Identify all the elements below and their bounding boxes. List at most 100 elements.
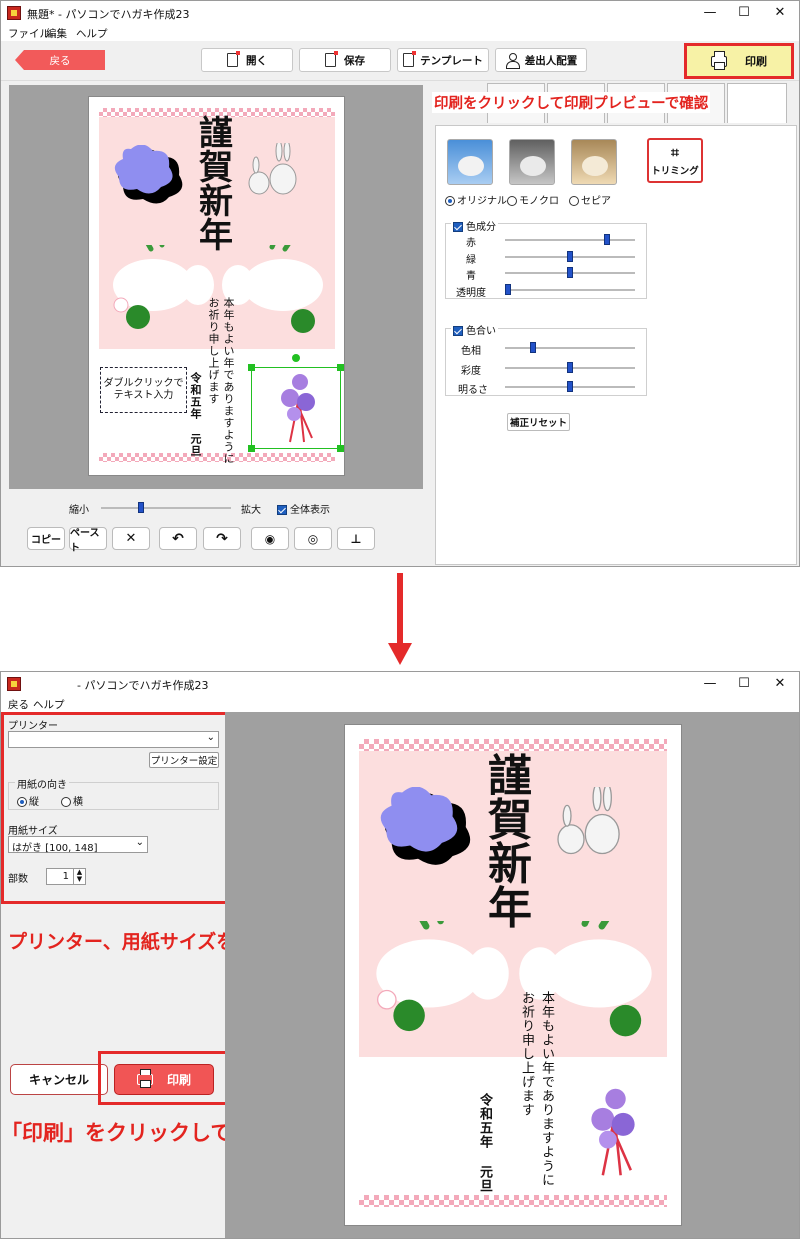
print-button[interactable]: 印刷 bbox=[684, 43, 794, 79]
down-arrow-icon bbox=[388, 573, 412, 665]
hue-slider[interactable] bbox=[505, 347, 635, 349]
opacity-label: 透明度 bbox=[456, 288, 486, 299]
send-back-button[interactable]: ◎ bbox=[294, 527, 332, 550]
redo-icon: ↷ bbox=[216, 530, 228, 547]
window-title: - パソコンでハガキ作成23 bbox=[77, 679, 209, 692]
zoom-slider[interactable] bbox=[101, 507, 231, 509]
flower-shape-icon bbox=[380, 787, 471, 865]
reset-correction-button[interactable]: 補正リセット bbox=[507, 413, 570, 431]
checker-border-bottom bbox=[359, 1195, 667, 1207]
purple-flower-icon bbox=[591, 1088, 635, 1176]
hue-checkbox[interactable]: 色合い bbox=[451, 322, 498, 337]
saturation-slider-thumb[interactable] bbox=[567, 362, 573, 373]
zoom-slider-thumb[interactable] bbox=[138, 502, 145, 513]
mode-mono-radio[interactable]: モノクロ bbox=[507, 192, 559, 207]
image-selection-box[interactable] bbox=[248, 354, 344, 452]
red-slider[interactable] bbox=[505, 239, 635, 241]
align-icon: ⊥ bbox=[350, 531, 362, 546]
menu-bar: 戻る ヘルプ bbox=[1, 696, 799, 712]
zoom-out-label: 縮小 bbox=[69, 505, 89, 516]
paste-button[interactable]: ペースト bbox=[69, 527, 107, 554]
align-button[interactable]: ⊥ bbox=[337, 527, 375, 550]
app-icon bbox=[7, 677, 21, 691]
cancel-button[interactable]: キャンセル bbox=[10, 1064, 108, 1095]
minimize-icon[interactable]: — bbox=[695, 4, 725, 22]
maximize-icon[interactable]: ☐ bbox=[729, 4, 759, 22]
greeting-title: 謹 賀 新 年 bbox=[199, 114, 233, 256]
radio-icon bbox=[569, 196, 579, 206]
flower-shape-icon bbox=[114, 145, 183, 204]
close-icon[interactable]: ✕ bbox=[765, 675, 795, 693]
person-icon bbox=[505, 53, 520, 69]
save-button[interactable]: 保存 bbox=[299, 48, 391, 72]
photo-sepia-icon[interactable] bbox=[571, 139, 617, 185]
undo-button[interactable]: ↶ bbox=[159, 527, 197, 550]
mode-sepia-radio[interactable]: セピア bbox=[569, 192, 611, 207]
rabbits-illustration-icon bbox=[376, 921, 652, 1037]
menu-back[interactable]: 戻る bbox=[8, 697, 29, 712]
brightness-label: 明るさ bbox=[458, 385, 488, 396]
blue-slider-thumb[interactable] bbox=[567, 267, 573, 278]
rabbit-pair-icon bbox=[557, 787, 620, 855]
brightness-slider-thumb[interactable] bbox=[567, 381, 573, 392]
menu-edit[interactable]: 編集 bbox=[46, 26, 67, 41]
app-icon bbox=[7, 6, 21, 20]
day-text: 元旦 bbox=[477, 1165, 492, 1193]
annotation-print-preview: 印刷をクリックして印刷プレビューで確認 bbox=[432, 92, 711, 113]
printer-icon bbox=[136, 1069, 153, 1088]
hue-label: 色相 bbox=[461, 346, 481, 357]
color-components-checkbox[interactable]: 色成分 bbox=[451, 218, 498, 233]
print-button[interactable]: 印刷 bbox=[114, 1064, 214, 1095]
hue-slider-thumb[interactable] bbox=[529, 342, 536, 353]
title-bar: 無題* - パソコンでハガキ作成23 — ☐ ✕ bbox=[1, 1, 799, 25]
print-preview-window: - パソコンでハガキ作成23 — ☐ ✕ 戻る ヘルプ プリンター ⌄ プリンタ… bbox=[0, 671, 800, 1239]
preview-postcard: 謹 賀 新 年 本年もよい年でありますように お祈り申し上げます 令和五年 元旦 bbox=[344, 724, 682, 1226]
message-line1: 本年もよい年でありますように bbox=[539, 991, 554, 1187]
day-text: 元旦 bbox=[189, 433, 202, 457]
photo-mono-icon[interactable] bbox=[509, 139, 555, 185]
purple-flower-icon bbox=[281, 374, 315, 443]
open-button[interactable]: 開く bbox=[201, 48, 293, 72]
save-icon bbox=[325, 51, 338, 67]
copy-button[interactable]: コピー bbox=[27, 527, 65, 550]
minimize-icon[interactable]: — bbox=[695, 675, 725, 693]
message-line2: お祈り申し上げます bbox=[207, 297, 220, 405]
message-line2: お祈り申し上げます bbox=[519, 991, 534, 1117]
saturation-label: 彩度 bbox=[461, 366, 481, 377]
fit-all-checkbox[interactable]: 全体表示 bbox=[277, 501, 330, 516]
undo-icon: ↶ bbox=[172, 530, 184, 547]
menu-help[interactable]: ヘルプ bbox=[76, 26, 108, 41]
menu-bar: ファイル 編集 ヘルプ bbox=[1, 25, 799, 41]
settings-highlight-box bbox=[1, 712, 230, 904]
maximize-icon[interactable]: ☐ bbox=[729, 675, 759, 693]
template-icon bbox=[403, 51, 417, 67]
year-text: 令和五年 bbox=[189, 372, 202, 420]
window-title: 無題* - パソコンでハガキ作成23 bbox=[27, 8, 190, 21]
green-slider-thumb[interactable] bbox=[567, 251, 573, 262]
mode-original-radio[interactable]: オリジナル bbox=[445, 192, 507, 207]
bring-front-icon: ◉ bbox=[264, 531, 276, 546]
blue-label: 青 bbox=[466, 271, 476, 282]
checkbox-checked-icon bbox=[453, 326, 463, 336]
template-button[interactable]: テンプレート bbox=[397, 48, 489, 72]
close-icon[interactable]: ✕ bbox=[765, 4, 795, 22]
opacity-slider-thumb[interactable] bbox=[505, 284, 511, 295]
back-button[interactable]: 戻る bbox=[15, 50, 105, 70]
year-text: 令和五年 bbox=[477, 1093, 492, 1149]
green-label: 緑 bbox=[466, 255, 476, 266]
rotate-handle[interactable] bbox=[292, 354, 300, 362]
photo-original-icon[interactable] bbox=[447, 139, 493, 185]
delete-button[interactable]: ✕ bbox=[112, 527, 150, 550]
editor-window: 無題* - パソコンでハガキ作成23 — ☐ ✕ ファイル 編集 ヘルプ 戻る … bbox=[0, 0, 800, 567]
menu-file[interactable]: ファイル bbox=[8, 26, 50, 41]
redo-button[interactable]: ↷ bbox=[203, 527, 241, 550]
bring-front-button[interactable]: ◉ bbox=[251, 527, 289, 550]
menu-help[interactable]: ヘルプ bbox=[33, 697, 65, 712]
trimming-button[interactable]: ⌗ トリミング bbox=[647, 138, 703, 183]
red-label: 赤 bbox=[466, 238, 476, 249]
sender-placement-button[interactable]: 差出人配置 bbox=[495, 48, 587, 72]
text-placeholder-box[interactable]: ダブルクリックで テキスト入力 bbox=[100, 367, 187, 413]
opacity-slider[interactable] bbox=[505, 289, 635, 291]
red-slider-thumb[interactable] bbox=[604, 234, 611, 245]
tab-image[interactable] bbox=[727, 83, 787, 123]
